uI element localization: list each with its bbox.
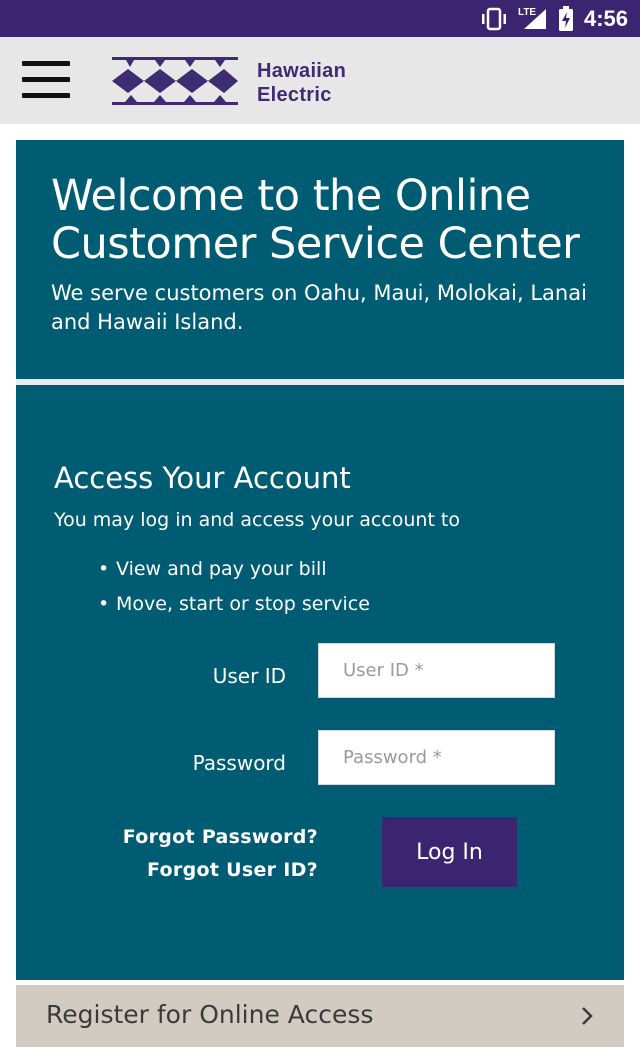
list-item: Move, start or stop service <box>98 587 370 622</box>
welcome-subtitle-line-1: We serve customers on Oahu, Maui, Moloka… <box>51 281 587 305</box>
benefits-list: View and pay your bill Move, start or st… <box>98 552 370 622</box>
chevron-right-icon <box>582 1007 593 1025</box>
register-label: Register for Online Access <box>46 1000 374 1029</box>
app-header: Hawaiian Electric <box>0 37 640 124</box>
password-label: Password <box>192 751 286 775</box>
login-intro-text: You may log in and access your account t… <box>54 509 461 531</box>
forgot-password-link[interactable]: Forgot Password? <box>86 821 318 854</box>
welcome-subtitle: We serve customers on Oahu, Maui, Moloka… <box>51 279 611 337</box>
welcome-panel: Welcome to the Online Customer Service C… <box>16 140 624 379</box>
login-button[interactable]: Log In <box>382 817 517 887</box>
hamburger-menu-icon[interactable] <box>22 61 72 101</box>
user-id-input[interactable] <box>318 643 555 698</box>
status-icons: LTE 4:56 <box>480 0 628 37</box>
clock: 4:56 <box>583 5 628 31</box>
signal-icon <box>523 8 546 29</box>
lte-indicator: LTE <box>518 7 548 31</box>
login-panel: Access Your Account You may log in and a… <box>16 385 624 980</box>
forgot-links: Forgot Password? Forgot User ID? <box>86 821 318 887</box>
register-online-access-button[interactable]: Register for Online Access <box>16 985 624 1047</box>
welcome-title-line-1: Welcome to the Online <box>51 171 531 221</box>
status-bar: LTE 4:56 <box>0 0 640 37</box>
welcome-title: Welcome to the Online Customer Service C… <box>51 172 611 268</box>
user-id-label: User ID <box>212 664 286 688</box>
password-input[interactable] <box>318 730 555 785</box>
logo-line-1: Hawaiian <box>257 60 347 82</box>
logo-line-2: Electric <box>257 84 332 106</box>
welcome-title-line-2: Customer Service Center <box>51 219 580 269</box>
vibrate-icon <box>481 7 506 30</box>
forgot-user-id-link[interactable]: Forgot User ID? <box>86 854 318 887</box>
logo-wordmark: Hawaiian Electric <box>257 59 346 107</box>
access-account-heading: Access Your Account <box>54 461 351 495</box>
hawaiian-electric-logo[interactable]: Hawaiian Electric <box>112 55 382 109</box>
welcome-subtitle-line-2: and Hawaii Island. <box>51 310 244 334</box>
battery-charging-icon <box>558 5 573 31</box>
bottom-spacer <box>16 1047 624 1063</box>
logo-mark-icon <box>112 57 238 105</box>
list-item: View and pay your bill <box>98 552 370 587</box>
